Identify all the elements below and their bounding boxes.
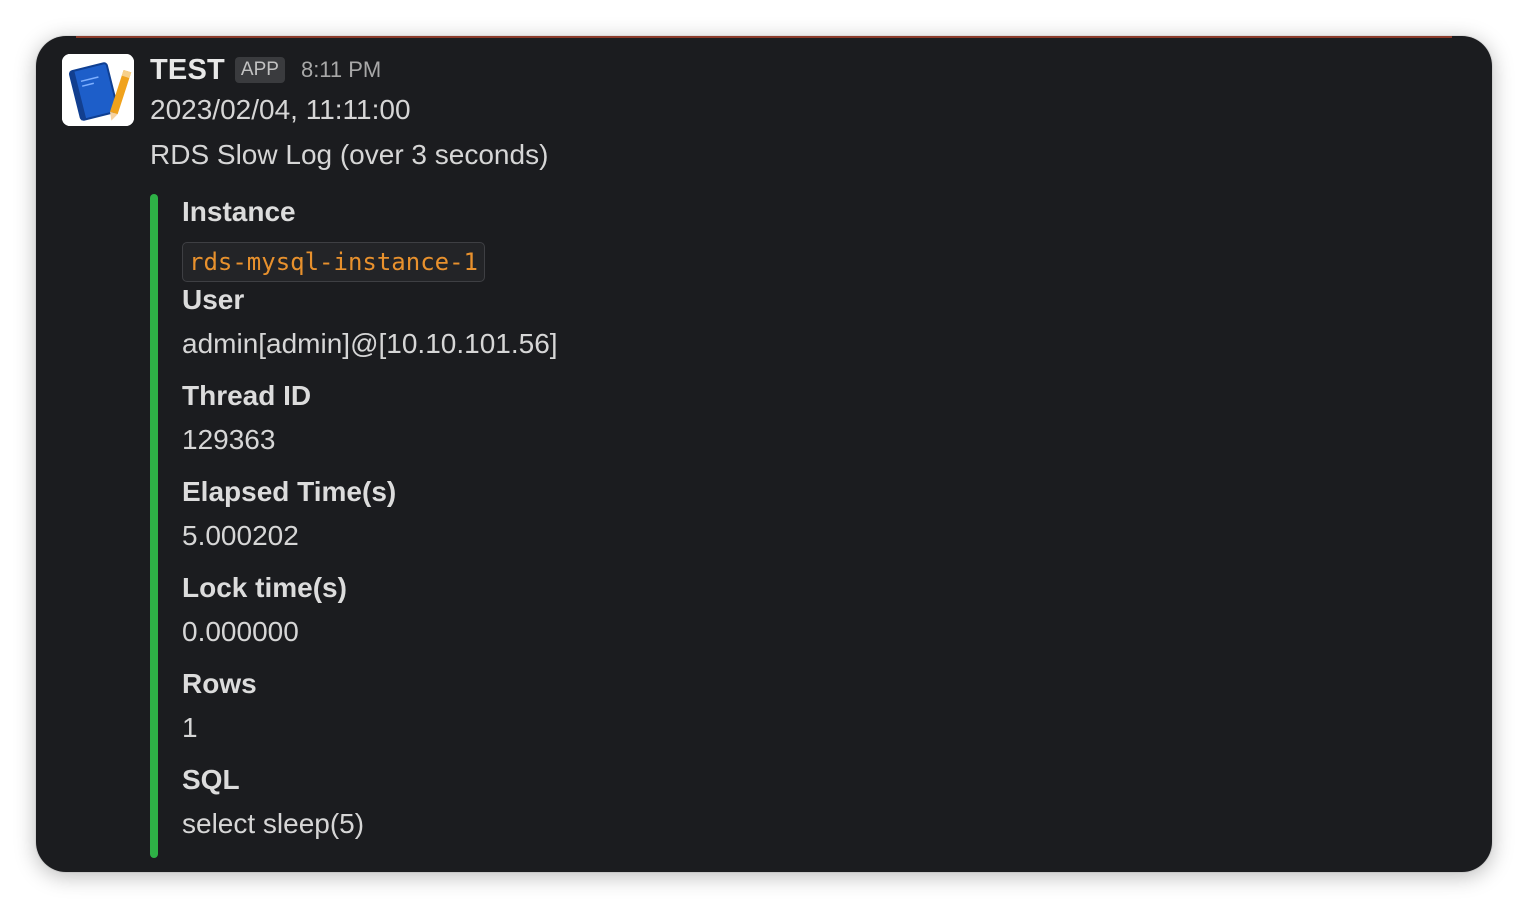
notebook-app-icon[interactable] (62, 54, 134, 126)
attachment-color-bar (150, 194, 158, 858)
app-badge: APP (234, 57, 285, 83)
message-timestamp[interactable]: 8:11 PM (301, 57, 381, 83)
message-header: TEST APP 8:11 PM (150, 50, 381, 90)
field-title-user: User (182, 284, 245, 315)
field-value-user: admin[admin]@[10.10.101.56] (182, 328, 558, 359)
field-title-rows: Rows (182, 668, 257, 699)
sender-name[interactable]: TEST (150, 54, 225, 87)
field-title-thread-id: Thread ID (182, 380, 312, 411)
message-window: TEST APP 8:11 PM 2023/02/04, 11:11:00 RD… (36, 36, 1492, 872)
field-value-lock-time: 0.000000 (182, 616, 299, 647)
attachment: Instance rds-mysql-instance-1 User admin… (150, 194, 1150, 858)
field-title-instance: Instance (182, 196, 296, 227)
field-value-rows: 1 (182, 712, 198, 743)
field-title-elapsed-time: Elapsed Time(s) (182, 476, 397, 507)
field-title-sql: SQL (182, 764, 240, 795)
field-value-sql: select sleep(5) (182, 808, 365, 839)
field-value-elapsed-time: 5.000202 (182, 520, 299, 551)
field-value-instance: rds-mysql-instance-1 (182, 242, 485, 282)
field-value-thread-id: 129363 (182, 424, 276, 455)
field-title-lock-time: Lock time(s) (182, 572, 347, 603)
message-date-line: 2023/02/04, 11:11:00 (150, 94, 411, 125)
message-title-line: RDS Slow Log (over 3 seconds) (150, 139, 549, 170)
